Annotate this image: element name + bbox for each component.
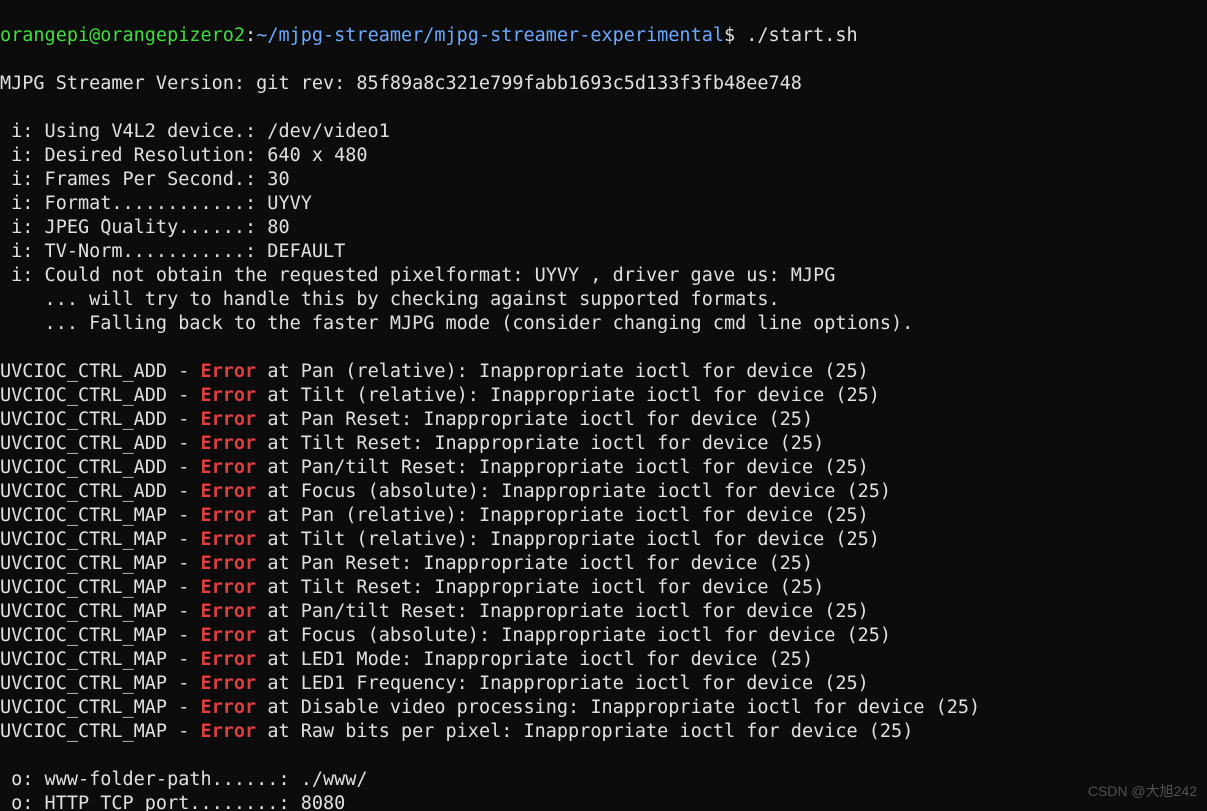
ioctl-error-line: UVCIOC_CTRL_MAP - Error at Tilt Reset: I… — [0, 576, 1207, 600]
error-prefix: UVCIOC_CTRL_ADD - — [0, 409, 200, 430]
prompt-path: ~/mjpg-streamer/mjpg-streamer-experiment… — [256, 25, 724, 46]
info-line: i: Frames Per Second.: 30 — [0, 168, 1207, 192]
error-prefix: UVCIOC_CTRL_ADD - — [0, 361, 200, 382]
error-word: Error — [200, 577, 256, 598]
terminal-output[interactable]: orangepi@orangepizero2:~/mjpg-streamer/m… — [0, 0, 1207, 811]
error-word: Error — [200, 625, 256, 646]
ioctl-error-line: UVCIOC_CTRL_MAP - Error at Focus (absolu… — [0, 624, 1207, 648]
prompt-symbol: $ — [724, 25, 735, 46]
error-word: Error — [200, 505, 256, 526]
error-word: Error — [200, 361, 256, 382]
error-word: Error — [200, 433, 256, 454]
prompt-line: orangepi@orangepizero2:~/mjpg-streamer/m… — [0, 24, 1207, 48]
info-line: i: TV-Norm...........: DEFAULT — [0, 240, 1207, 264]
ioctl-error-line: UVCIOC_CTRL_MAP - Error at Raw bits per … — [0, 720, 1207, 744]
ioctl-error-line: UVCIOC_CTRL_ADD - Error at Focus (absolu… — [0, 480, 1207, 504]
error-word: Error — [200, 697, 256, 718]
error-word: Error — [200, 409, 256, 430]
info-line: i: Could not obtain the requested pixelf… — [0, 264, 1207, 288]
error-prefix: UVCIOC_CTRL_MAP - — [0, 601, 200, 622]
error-prefix: UVCIOC_CTRL_MAP - — [0, 697, 200, 718]
ioctl-error-line: UVCIOC_CTRL_ADD - Error at Tilt Reset: I… — [0, 432, 1207, 456]
error-suffix: at Pan/tilt Reset: Inappropriate ioctl f… — [256, 457, 869, 478]
prompt-user-host: orangepi@orangepizero2 — [0, 25, 245, 46]
ioctl-error-line: UVCIOC_CTRL_ADD - Error at Tilt (relativ… — [0, 384, 1207, 408]
error-suffix: at Tilt (relative): Inappropriate ioctl … — [256, 385, 880, 406]
error-prefix: UVCIOC_CTRL_MAP - — [0, 721, 200, 742]
info-line: ... Falling back to the faster MJPG mode… — [0, 312, 1207, 336]
ioctl-error-line: UVCIOC_CTRL_MAP - Error at Pan Reset: In… — [0, 552, 1207, 576]
output-line: o: HTTP TCP port........: 8080 — [0, 792, 1207, 811]
output-label: o: www-folder-path......: — [0, 769, 301, 790]
command-text: ./start.sh — [746, 25, 857, 46]
error-prefix: UVCIOC_CTRL_MAP - — [0, 649, 200, 670]
prompt-separator: : — [245, 25, 256, 46]
ioctl-error-line: UVCIOC_CTRL_MAP - Error at Tilt (relativ… — [0, 528, 1207, 552]
error-suffix: at Tilt Reset: Inappropriate ioctl for d… — [256, 433, 824, 454]
error-suffix: at Raw bits per pixel: Inappropriate ioc… — [256, 721, 913, 742]
error-suffix: at Tilt Reset: Inappropriate ioctl for d… — [256, 577, 824, 598]
error-prefix: UVCIOC_CTRL_MAP - — [0, 529, 200, 550]
error-suffix: at Tilt (relative): Inappropriate ioctl … — [256, 529, 880, 550]
error-prefix: UVCIOC_CTRL_ADD - — [0, 433, 200, 454]
ioctl-error-line: UVCIOC_CTRL_ADD - Error at Pan (relative… — [0, 360, 1207, 384]
error-suffix: at Pan Reset: Inappropriate ioctl for de… — [256, 409, 813, 430]
info-line: ... will try to handle this by checking … — [0, 288, 1207, 312]
ioctl-error-line: UVCIOC_CTRL_MAP - Error at LED1 Mode: In… — [0, 648, 1207, 672]
error-word: Error — [200, 721, 256, 742]
output-label: o: HTTP TCP port........: — [0, 793, 301, 811]
error-prefix: UVCIOC_CTRL_MAP - — [0, 553, 200, 574]
error-prefix: UVCIOC_CTRL_MAP - — [0, 577, 200, 598]
ioctl-error-line: UVCIOC_CTRL_MAP - Error at Pan/tilt Rese… — [0, 600, 1207, 624]
error-suffix: at Focus (absolute): Inappropriate ioctl… — [256, 481, 891, 502]
info-line: i: Using V4L2 device.: /dev/video1 — [0, 120, 1207, 144]
info-line: i: JPEG Quality......: 80 — [0, 216, 1207, 240]
error-prefix: UVCIOC_CTRL_ADD - — [0, 457, 200, 478]
output-value: ./www/ — [301, 769, 368, 790]
error-word: Error — [200, 601, 256, 622]
error-word: Error — [200, 481, 256, 502]
error-prefix: UVCIOC_CTRL_ADD - — [0, 481, 200, 502]
error-suffix: at Pan (relative): Inappropriate ioctl f… — [256, 505, 869, 526]
error-prefix: UVCIOC_CTRL_MAP - — [0, 625, 200, 646]
error-prefix: UVCIOC_CTRL_MAP - — [0, 673, 200, 694]
error-word: Error — [200, 529, 256, 550]
error-prefix: UVCIOC_CTRL_MAP - — [0, 505, 200, 526]
ioctl-error-line: UVCIOC_CTRL_MAP - Error at Disable video… — [0, 696, 1207, 720]
output-line: o: www-folder-path......: ./www/ — [0, 768, 1207, 792]
ioctl-error-line: UVCIOC_CTRL_MAP - Error at LED1 Frequenc… — [0, 672, 1207, 696]
ioctl-error-line: UVCIOC_CTRL_ADD - Error at Pan/tilt Rese… — [0, 456, 1207, 480]
error-suffix: at LED1 Mode: Inappropriate ioctl for de… — [256, 649, 813, 670]
output-value: 8080 — [301, 793, 346, 811]
error-suffix: at Pan/tilt Reset: Inappropriate ioctl f… — [256, 601, 869, 622]
error-word: Error — [200, 457, 256, 478]
error-suffix: at LED1 Frequency: Inappropriate ioctl f… — [256, 673, 869, 694]
error-word: Error — [200, 385, 256, 406]
error-suffix: at Pan Reset: Inappropriate ioctl for de… — [256, 553, 813, 574]
error-prefix: UVCIOC_CTRL_ADD - — [0, 385, 200, 406]
ioctl-error-line: UVCIOC_CTRL_MAP - Error at Pan (relative… — [0, 504, 1207, 528]
error-suffix: at Pan (relative): Inappropriate ioctl f… — [256, 361, 869, 382]
ioctl-error-line: UVCIOC_CTRL_ADD - Error at Pan Reset: In… — [0, 408, 1207, 432]
error-word: Error — [200, 673, 256, 694]
info-line: i: Format............: UYVY — [0, 192, 1207, 216]
error-suffix: at Disable video processing: Inappropria… — [256, 697, 980, 718]
version-line: MJPG Streamer Version: git rev: 85f89a8c… — [0, 72, 1207, 96]
error-suffix: at Focus (absolute): Inappropriate ioctl… — [256, 625, 891, 646]
info-line: i: Desired Resolution: 640 x 480 — [0, 144, 1207, 168]
error-word: Error — [200, 553, 256, 574]
error-word: Error — [200, 649, 256, 670]
